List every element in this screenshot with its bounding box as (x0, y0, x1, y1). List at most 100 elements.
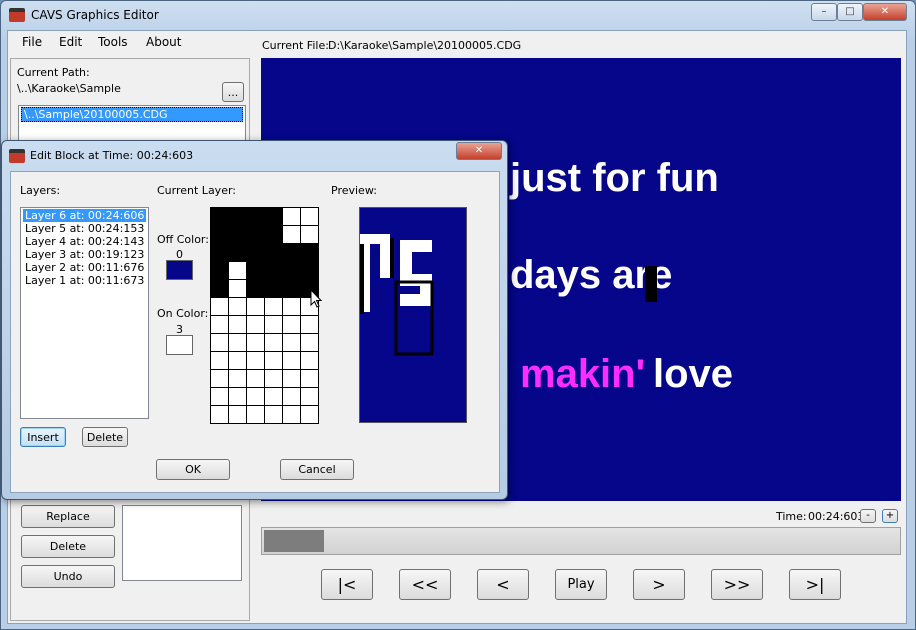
pixel-cell[interactable] (265, 226, 282, 243)
pixel-cell[interactable] (283, 244, 300, 261)
layer-list-item[interactable]: Layer 3 at: 00:19:123 (23, 248, 146, 261)
delete-button[interactable]: Delete (21, 535, 115, 558)
timeline-progress-fill[interactable] (264, 530, 324, 552)
pixel-cell[interactable] (265, 370, 282, 387)
menu-edit[interactable]: Edit (59, 35, 82, 49)
pixel-cell[interactable] (229, 208, 246, 225)
pixel-cell[interactable] (211, 406, 228, 423)
browse-button[interactable]: ... (222, 82, 244, 102)
menu-file[interactable]: File (22, 35, 42, 49)
pixel-cell[interactable] (283, 208, 300, 225)
pixel-cell[interactable] (229, 388, 246, 405)
pixel-cell[interactable] (229, 334, 246, 351)
pixel-cell[interactable] (211, 334, 228, 351)
pixel-cell[interactable] (229, 298, 246, 315)
pixel-cell[interactable] (283, 280, 300, 297)
close-button[interactable]: ✕ (863, 3, 907, 21)
pixel-cell[interactable] (283, 352, 300, 369)
pixel-cell[interactable] (283, 226, 300, 243)
pixel-cell[interactable] (247, 280, 264, 297)
undo-button[interactable]: Undo (21, 565, 115, 588)
delete-layer-button[interactable]: Delete (82, 427, 128, 447)
time-minus-button[interactable]: - (860, 509, 876, 523)
pixel-cell[interactable] (229, 244, 246, 261)
pixel-cell[interactable] (283, 388, 300, 405)
pixel-cell[interactable] (301, 244, 318, 261)
pixel-cell[interactable] (211, 262, 228, 279)
pixel-cell[interactable] (229, 280, 246, 297)
fast-forward-button[interactable]: >> (711, 569, 763, 600)
replace-button[interactable]: Replace (21, 505, 115, 528)
menu-tools[interactable]: Tools (98, 35, 128, 49)
pixel-cell[interactable] (301, 370, 318, 387)
pixel-cell[interactable] (211, 280, 228, 297)
cancel-button[interactable]: Cancel (280, 459, 354, 480)
pixel-cell[interactable] (283, 316, 300, 333)
pixel-cell[interactable] (265, 280, 282, 297)
pixel-cell[interactable] (211, 244, 228, 261)
pixel-cell[interactable] (265, 208, 282, 225)
layer-list-item[interactable]: Layer 1 at: 00:11:673 (23, 274, 146, 287)
pixel-cell[interactable] (211, 316, 228, 333)
pixel-cell[interactable] (229, 262, 246, 279)
on-color-swatch[interactable] (166, 335, 193, 355)
pixel-cell[interactable] (265, 334, 282, 351)
maximize-button[interactable]: □ (837, 3, 863, 21)
pixel-cell[interactable] (265, 388, 282, 405)
pixel-cell[interactable] (301, 226, 318, 243)
pixel-cell[interactable] (265, 244, 282, 261)
layer-list-item[interactable]: Layer 6 at: 00:24:606 (23, 209, 146, 222)
pixel-cell[interactable] (247, 352, 264, 369)
pixel-cell[interactable] (211, 298, 228, 315)
pixel-cell[interactable] (265, 298, 282, 315)
pixel-cell[interactable] (283, 334, 300, 351)
pixel-cell[interactable] (247, 334, 264, 351)
title-bar[interactable]: CAVS Graphics Editor – □ ✕ (1, 1, 915, 31)
off-color-swatch[interactable] (166, 260, 193, 280)
ok-button[interactable]: OK (156, 459, 230, 480)
rewind-button[interactable]: << (399, 569, 451, 600)
pixel-cell[interactable] (283, 298, 300, 315)
pixel-cell[interactable] (247, 262, 264, 279)
pixel-cell[interactable] (301, 352, 318, 369)
pixel-cell[interactable] (301, 388, 318, 405)
pixel-cell[interactable] (229, 352, 246, 369)
pixel-cell[interactable] (247, 370, 264, 387)
pixel-cell[interactable] (265, 316, 282, 333)
pixel-cell[interactable] (211, 208, 228, 225)
minimize-button[interactable]: – (811, 3, 837, 21)
menu-about[interactable]: About (146, 35, 181, 49)
pixel-cell[interactable] (229, 370, 246, 387)
step-back-button[interactable]: < (477, 569, 529, 600)
last-frame-button[interactable]: >| (789, 569, 841, 600)
pixel-cell[interactable] (229, 226, 246, 243)
pixel-cell[interactable] (247, 226, 264, 243)
pixel-cell[interactable] (283, 370, 300, 387)
pixel-cell[interactable] (265, 406, 282, 423)
step-forward-button[interactable]: > (633, 569, 685, 600)
pixel-cell[interactable] (265, 352, 282, 369)
pixel-cell[interactable] (301, 262, 318, 279)
pixel-cell[interactable] (301, 334, 318, 351)
play-button[interactable]: Play (555, 569, 607, 600)
pixel-cell[interactable] (247, 406, 264, 423)
pixel-cell[interactable] (247, 244, 264, 261)
pixel-editor-grid[interactable] (210, 207, 319, 424)
pixel-cell[interactable] (229, 316, 246, 333)
pixel-cell[interactable] (211, 370, 228, 387)
layer-list-item[interactable]: Layer 4 at: 00:24:143 (23, 235, 146, 248)
pixel-cell[interactable] (211, 352, 228, 369)
layer-list-item[interactable]: Layer 2 at: 00:11:676 (23, 261, 146, 274)
layer-list-item[interactable]: Layer 5 at: 00:24:153 (23, 222, 146, 235)
timeline-track[interactable] (261, 527, 901, 555)
pixel-cell[interactable] (247, 298, 264, 315)
pixel-cell[interactable] (301, 316, 318, 333)
pixel-cell[interactable] (247, 208, 264, 225)
layers-list[interactable]: Layer 6 at: 00:24:606 Layer 5 at: 00:24:1… (20, 207, 149, 419)
pixel-cell[interactable] (229, 406, 246, 423)
file-list[interactable]: \..\Sample\20100005.CDG (18, 105, 246, 145)
file-list-item[interactable]: \..\Sample\20100005.CDG (21, 107, 243, 122)
history-list[interactable] (122, 505, 242, 581)
pixel-cell[interactable] (247, 388, 264, 405)
pixel-cell[interactable] (283, 262, 300, 279)
